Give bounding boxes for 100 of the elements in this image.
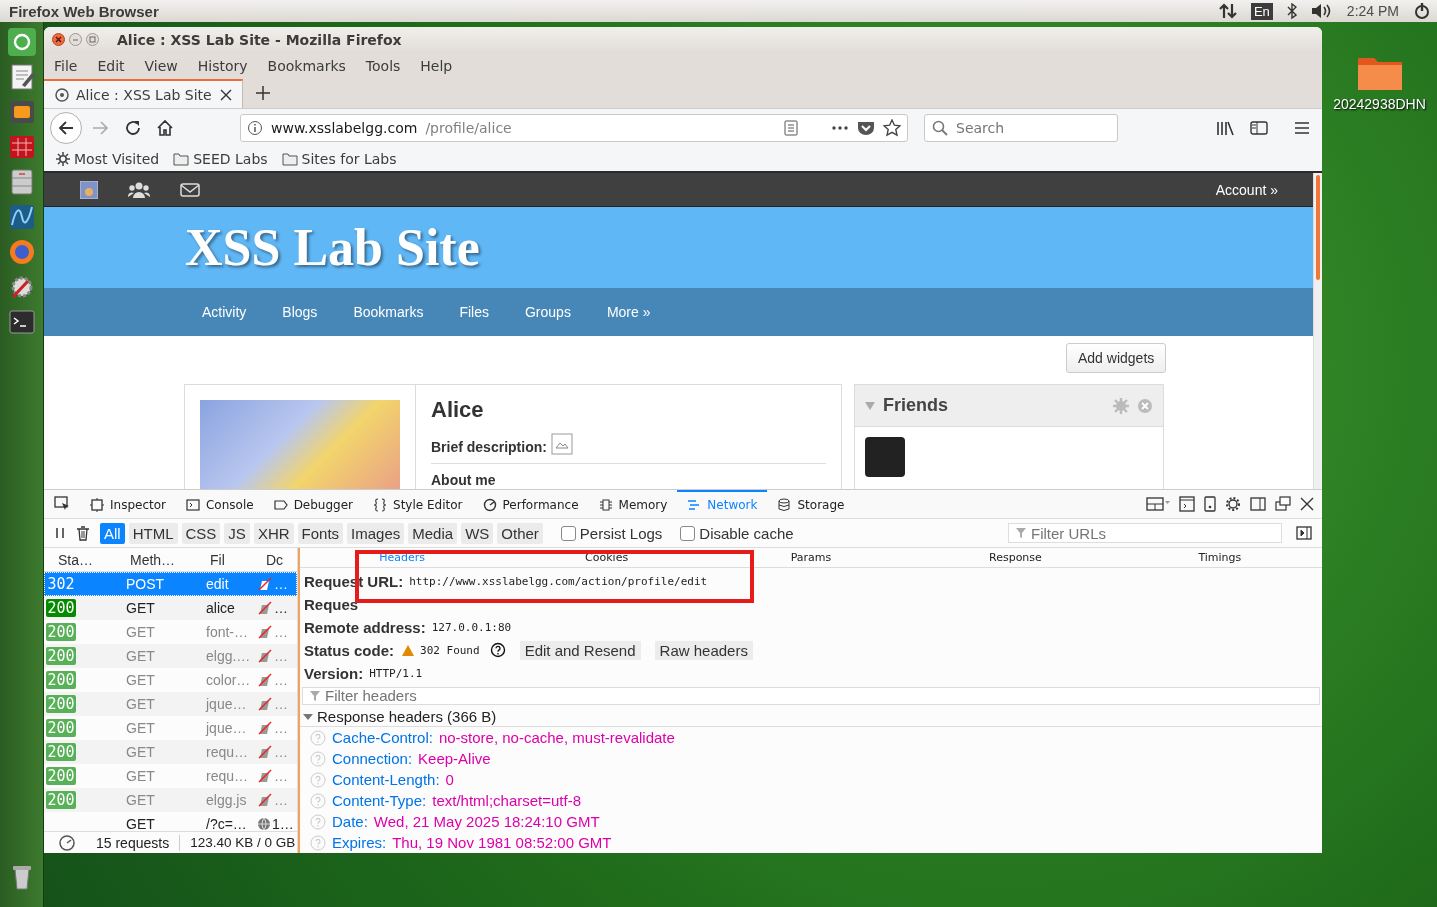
filter-button[interactable]: CSS (181, 522, 221, 544)
detail-tab[interactable]: Timings (1117, 550, 1322, 564)
search-field[interactable]: Search (924, 114, 1118, 142)
devtools-tab[interactable]: Performance (472, 490, 589, 518)
nav-link[interactable]: Blogs (282, 304, 318, 320)
filter-headers-field[interactable]: Filter headers (302, 686, 1320, 705)
checkbox-label[interactable]: Persist Logs (579, 524, 663, 542)
bookmark-item[interactable]: Sites for Labs (281, 151, 397, 167)
request-row[interactable]: 200 GET font-… … (44, 620, 297, 644)
menu-icon[interactable] (1294, 121, 1310, 135)
section-title[interactable]: Response headers (366 B) (317, 708, 497, 726)
reload-icon[interactable] (124, 119, 142, 137)
menu-item[interactable]: Help (410, 57, 463, 74)
devtools-tab[interactable]: Debugger (263, 490, 364, 518)
library-icon[interactable] (1216, 120, 1234, 136)
info-icon[interactable] (247, 120, 263, 136)
sidebar-icon[interactable] (1250, 120, 1268, 136)
detail-tab[interactable]: Response (913, 550, 1118, 564)
browser-icon[interactable] (7, 238, 36, 266)
toggle-panel-icon[interactable] (1296, 526, 1312, 540)
filter-button[interactable]: Images (347, 522, 405, 544)
filter-button[interactable]: WS (461, 522, 494, 544)
expanded-twisty-icon[interactable] (303, 712, 313, 721)
add-widgets-button[interactable]: Add widgets (1066, 343, 1167, 373)
people-icon[interactable] (128, 180, 150, 199)
help-icon[interactable] (489, 642, 506, 659)
clock[interactable]: 2:24 PM (1346, 3, 1399, 19)
bookmark-item[interactable]: Most Visited (56, 151, 160, 167)
star-icon[interactable] (883, 119, 901, 137)
nav-link[interactable]: Groups (524, 304, 571, 320)
detail-tab[interactable]: Params (708, 550, 914, 564)
menu-item[interactable]: View (134, 57, 188, 74)
terminal-icon[interactable] (7, 308, 36, 336)
devtools-tab[interactable]: Console (176, 490, 264, 518)
account-link[interactable]: Account » (1215, 181, 1278, 198)
filter-button[interactable]: Media (408, 522, 458, 544)
dock-side-icon[interactable] (1250, 496, 1266, 512)
request-row[interactable]: 200 GET jque… … (44, 716, 297, 740)
nav-link[interactable]: Files (459, 304, 489, 320)
detail-tab[interactable]: Headers (300, 550, 505, 564)
column-header[interactable]: Fil (196, 551, 252, 568)
nav-link[interactable]: More » (606, 304, 651, 320)
scrollbar[interactable] (1313, 173, 1322, 489)
request-row[interactable]: 302 POST edit … (44, 572, 297, 596)
filter-button[interactable]: HTML (128, 522, 178, 544)
keyboard-layout-indicator[interactable]: En (1250, 2, 1273, 20)
speedometer-icon[interactable] (58, 833, 76, 852)
menu-item[interactable]: History (187, 57, 258, 74)
menu-item[interactable]: Tools (355, 57, 411, 74)
browser-tab[interactable]: Alice : XSS Lab Site (44, 79, 243, 108)
bookmark-item[interactable]: SEED Labs (173, 151, 268, 167)
column-header[interactable]: Meth… (116, 551, 196, 568)
filter-urls-field[interactable]: Filter URLs (1008, 523, 1282, 543)
column-header[interactable]: Sta… (44, 551, 116, 568)
network-arrows-icon[interactable] (1218, 2, 1237, 20)
devtools-tab[interactable]: Network (677, 490, 768, 518)
separate-window-icon[interactable] (1275, 496, 1291, 512)
checkbox[interactable] (680, 525, 696, 541)
request-row[interactable]: GET /?c=… 1… (44, 812, 297, 831)
edit-and-resend-button[interactable]: Edit and Resend (519, 640, 641, 660)
filter-button[interactable]: Other (497, 522, 543, 544)
back-button[interactable] (50, 112, 82, 144)
menu-item[interactable]: File (44, 57, 88, 74)
address-bar[interactable]: www.xsslabelgg.com /profile/alice (240, 114, 908, 142)
close-tab-icon[interactable] (220, 88, 232, 101)
close-icon[interactable] (1300, 497, 1314, 511)
device-icon[interactable] (1204, 496, 1216, 512)
power-icon[interactable] (1413, 2, 1431, 20)
scrollbar-thumb[interactable] (1316, 175, 1320, 280)
request-row[interactable]: 200 GET requ… … (44, 764, 297, 788)
maximize-button[interactable] (86, 33, 99, 46)
console-panel-icon[interactable] (1179, 496, 1195, 512)
nav-link[interactable]: Activity (202, 304, 247, 320)
filter-button[interactable]: XHR (253, 522, 294, 544)
trash-icon[interactable] (76, 525, 90, 541)
home-icon[interactable] (156, 119, 174, 137)
devtools-tab[interactable]: Memory (588, 490, 678, 518)
checkbox[interactable] (560, 525, 576, 541)
pause-icon[interactable] (54, 526, 66, 540)
column-header[interactable]: Dc (252, 551, 298, 568)
element-picker-icon[interactable] (54, 496, 70, 512)
settings-icon[interactable] (1225, 496, 1241, 512)
layout-dropdown-icon[interactable] (1146, 496, 1170, 512)
box-app-icon[interactable] (7, 98, 36, 126)
filter-button[interactable]: Fonts (297, 522, 344, 544)
raw-headers-button[interactable]: Raw headers (654, 640, 753, 660)
new-tab-icon[interactable] (255, 85, 271, 101)
request-row[interactable]: 200 GET alice … (44, 596, 297, 620)
envelope-icon[interactable] (180, 181, 200, 198)
desktop-icon-label[interactable]: 20242938DHN (1333, 96, 1426, 112)
request-row[interactable]: 200 GET color… … (44, 668, 297, 692)
menu-item[interactable]: Bookmarks (257, 57, 356, 74)
volume-icon[interactable] (1310, 3, 1333, 19)
menu-item[interactable]: Edit (87, 57, 135, 74)
bluetooth-icon[interactable] (1286, 3, 1297, 19)
filter-button[interactable]: All (100, 522, 125, 544)
devtools-tab[interactable]: Style Editor (363, 490, 473, 518)
devtools-tab[interactable]: Storage (767, 490, 855, 518)
checkbox-label[interactable]: Disable cache (699, 524, 794, 542)
wave-chart-icon[interactable] (7, 203, 36, 231)
